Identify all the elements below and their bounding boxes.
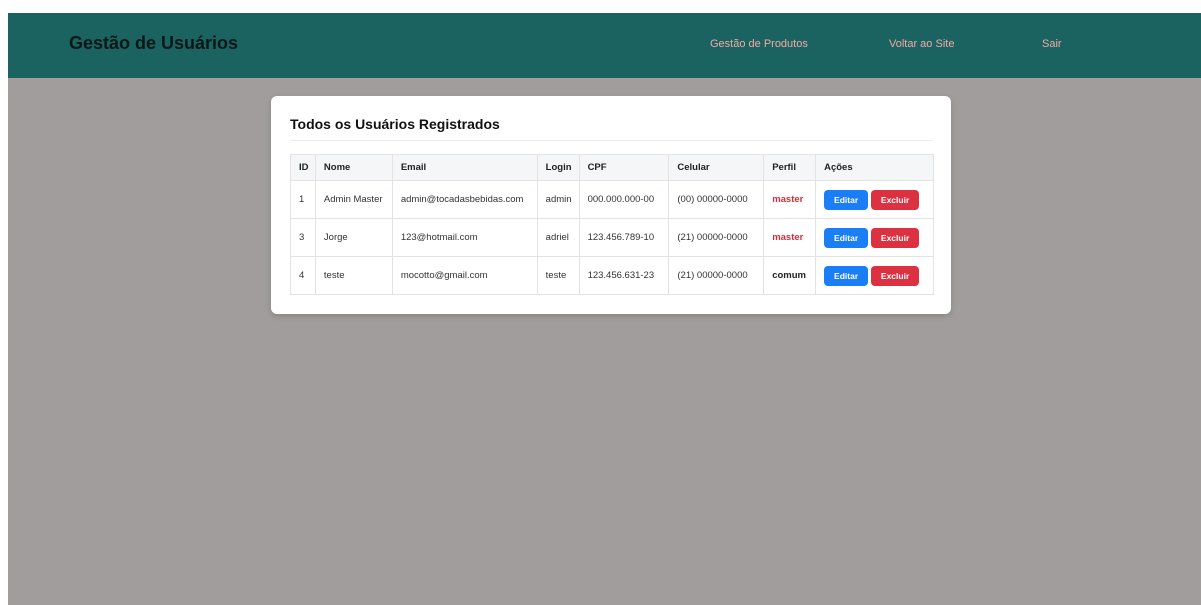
cell-acoes: Editar Excluir xyxy=(815,256,934,295)
table-header-row: ID Nome Email Login CPF Celular Perfil A… xyxy=(290,154,934,181)
users-table: ID Nome Email Login CPF Celular Perfil A… xyxy=(290,154,934,295)
cell-email: 123@hotmail.com xyxy=(391,218,538,257)
cell-email: mocotto@gmail.com xyxy=(391,256,538,295)
cell-acoes: Editar Excluir xyxy=(815,218,934,257)
cell-perfil: master xyxy=(763,180,817,219)
nav-link-sair[interactable]: Sair xyxy=(1042,38,1062,50)
page-frame: Gestão de Usuários Gestão de Produtos Vo… xyxy=(8,13,1201,605)
cell-cpf: 000.000.000-00 xyxy=(578,180,670,219)
cell-celular: (21) 00000-0000 xyxy=(668,218,765,257)
cell-id: 3 xyxy=(290,218,316,257)
delete-button[interactable]: Excluir xyxy=(871,189,920,210)
card-title: Todos os Usuários Registrados xyxy=(290,116,500,132)
cell-login: teste xyxy=(536,256,580,295)
edit-button[interactable]: Editar xyxy=(824,265,869,286)
cell-cpf: 123.456.631-23 xyxy=(578,256,670,295)
cell-perfil: comum xyxy=(763,256,817,295)
cell-perfil: master xyxy=(763,218,817,257)
edit-button[interactable]: Editar xyxy=(824,227,869,248)
cell-nome: teste xyxy=(314,256,393,295)
cell-login: admin xyxy=(536,180,580,219)
cell-nome: Jorge xyxy=(314,218,393,257)
cell-nome: Admin Master xyxy=(314,180,393,219)
top-navbar: Gestão de Usuários Gestão de Produtos Vo… xyxy=(8,13,1201,78)
column-header-email: Email xyxy=(391,154,538,181)
edit-button[interactable]: Editar xyxy=(824,189,869,210)
column-header-cpf: CPF xyxy=(578,154,670,181)
brand-title: Gestão de Usuários xyxy=(69,33,239,53)
cell-cpf: 123.456.789-10 xyxy=(578,218,670,257)
nav-link-gestao-produtos[interactable]: Gestão de Produtos xyxy=(710,38,808,50)
cell-login: adriel xyxy=(536,218,580,257)
nav-link-voltar-site[interactable]: Voltar ao Site xyxy=(889,38,954,50)
table-row: 1 Admin Master admin@tocadasbebidas.com … xyxy=(290,180,934,219)
users-card: Todos os Usuários Registrados ID Nome Em… xyxy=(271,96,951,314)
cell-celular: (21) 00000-0000 xyxy=(668,256,765,295)
delete-button[interactable]: Excluir xyxy=(871,227,920,248)
table-row: 4 teste mocotto@gmail.com teste 123.456.… xyxy=(290,256,934,295)
cell-acoes: Editar Excluir xyxy=(815,180,934,219)
column-header-login: Login xyxy=(536,154,580,181)
cell-id: 1 xyxy=(290,180,316,219)
column-header-celular: Celular xyxy=(668,154,765,181)
column-header-nome: Nome xyxy=(314,154,393,181)
cell-celular: (00) 00000-0000 xyxy=(668,180,765,219)
title-divider xyxy=(290,140,933,141)
column-header-perfil: Perfil xyxy=(763,154,817,181)
table-row: 3 Jorge 123@hotmail.com adriel 123.456.7… xyxy=(290,218,934,257)
delete-button[interactable]: Excluir xyxy=(871,265,920,286)
cell-email: admin@tocadasbebidas.com xyxy=(391,180,538,219)
column-header-acoes: Ações xyxy=(815,154,934,181)
cell-id: 4 xyxy=(290,256,316,295)
column-header-id: ID xyxy=(290,154,316,181)
